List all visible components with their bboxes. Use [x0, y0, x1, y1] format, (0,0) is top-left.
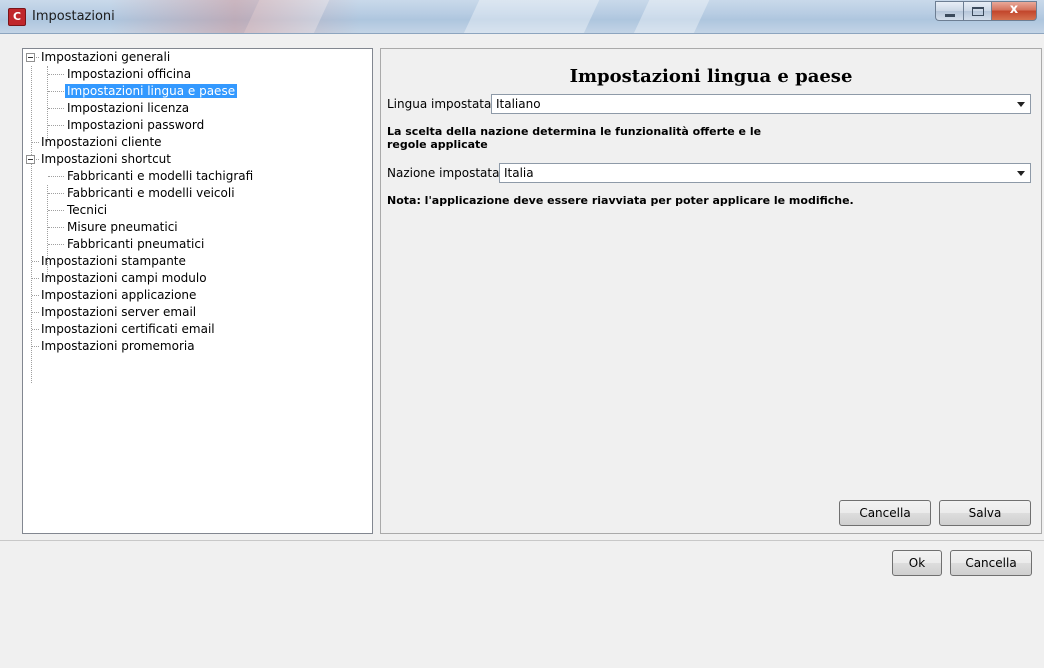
country-label: Nazione impostata [387, 166, 500, 180]
tree-item[interactable]: Impostazioni shortcut [39, 151, 173, 168]
language-label: Lingua impostata [387, 97, 492, 111]
tree-item-label: Misure pneumatici [67, 220, 178, 234]
tree-item[interactable]: Impostazioni lingua e paese [65, 83, 238, 100]
tree-item-label: Fabbricanti e modelli tachigrafi [67, 169, 254, 183]
language-select-value: Italiano [496, 97, 541, 111]
tree-item[interactable]: Impostazioni officina [65, 66, 193, 83]
tree-item[interactable]: Impostazioni applicazione [39, 287, 198, 304]
tree-item-label: Impostazioni lingua e paese [65, 84, 238, 98]
tree-item[interactable]: Impostazioni server email [39, 304, 198, 321]
tree-item-label: Impostazioni stampante [41, 254, 186, 268]
collapse-icon[interactable] [26, 53, 35, 62]
tree-item-label: Impostazioni campi modulo [41, 271, 207, 285]
tree-item[interactable]: Impostazioni cliente [39, 134, 164, 151]
dialog-footer: Ok Cancella [0, 540, 1044, 668]
tree-item-label: Fabbricanti e modelli veicoli [67, 186, 235, 200]
tree-item-label: Impostazioni cliente [41, 135, 162, 149]
tree-item-label: Impostazioni licenza [67, 101, 190, 115]
tree-item-label: Impostazioni password [67, 118, 205, 132]
tree-item-label: Impostazioni officina [67, 67, 192, 81]
language-select[interactable]: Italiano [491, 94, 1031, 114]
tree-item[interactable]: Misure pneumatici [65, 219, 180, 236]
panel-cancel-button[interactable]: Cancella [839, 500, 931, 526]
app-icon: C [8, 8, 26, 26]
country-select[interactable]: Italia [499, 163, 1031, 183]
title-bar[interactable]: C Impostazioni x [0, 0, 1044, 34]
maximize-icon [972, 7, 984, 16]
tree-item[interactable]: Impostazioni promemoria [39, 338, 197, 355]
tree-item-label: Impostazioni shortcut [41, 152, 171, 166]
tree-item-label: Impostazioni server email [41, 305, 197, 319]
tree-item-label: Impostazioni certificati email [41, 322, 215, 336]
tree-item[interactable]: Impostazioni certificati email [39, 321, 217, 338]
close-icon: x [1009, 2, 1019, 17]
save-button[interactable]: Salva [939, 500, 1031, 526]
settings-panel: Impostazioni lingua e paese Lingua impos… [380, 48, 1042, 534]
tree-item[interactable]: Impostazioni generali [39, 49, 172, 66]
tree-item-label: Impostazioni promemoria [41, 339, 195, 353]
close-button[interactable]: x [991, 1, 1037, 21]
tree-item[interactable]: Fabbricanti pneumatici [65, 236, 206, 253]
tree-item[interactable]: Impostazioni password [65, 117, 206, 134]
chevron-down-icon [1017, 171, 1025, 176]
ok-button[interactable]: Ok [892, 550, 942, 576]
tree-item[interactable]: Tecnici [65, 202, 109, 219]
cancel-button[interactable]: Cancella [950, 550, 1032, 576]
tree-item-label: Fabbricanti pneumatici [67, 237, 205, 251]
tree-item[interactable]: Impostazioni stampante [39, 253, 188, 270]
settings-tree[interactable]: Impostazioni generali Impostazioni offici… [22, 48, 373, 534]
restart-note: Nota: l'applicazione deve essere riavvia… [387, 194, 854, 207]
tree-item-label: Tecnici [67, 203, 108, 217]
tree-item[interactable]: Impostazioni campi modulo [39, 270, 209, 287]
panel-title: Impostazioni lingua e paese [569, 66, 853, 87]
tree-item-label: Impostazioni applicazione [41, 288, 197, 302]
minimize-button[interactable] [935, 1, 963, 21]
tree-item[interactable]: Fabbricanti e modelli veicoli [65, 185, 237, 202]
country-info-text: La scelta della nazione determina le fun… [387, 125, 762, 151]
window-title: Impostazioni [32, 9, 115, 24]
tree-item-label: Impostazioni generali [41, 50, 171, 64]
collapse-icon[interactable] [26, 155, 35, 164]
tree-item[interactable]: Fabbricanti e modelli tachigrafi [65, 168, 255, 185]
minimize-icon [945, 14, 955, 17]
maximize-button[interactable] [963, 1, 991, 21]
chevron-down-icon [1017, 102, 1025, 107]
country-select-value: Italia [504, 166, 534, 180]
window-controls: x [935, 1, 1037, 21]
tree-item[interactable]: Impostazioni licenza [65, 100, 191, 117]
